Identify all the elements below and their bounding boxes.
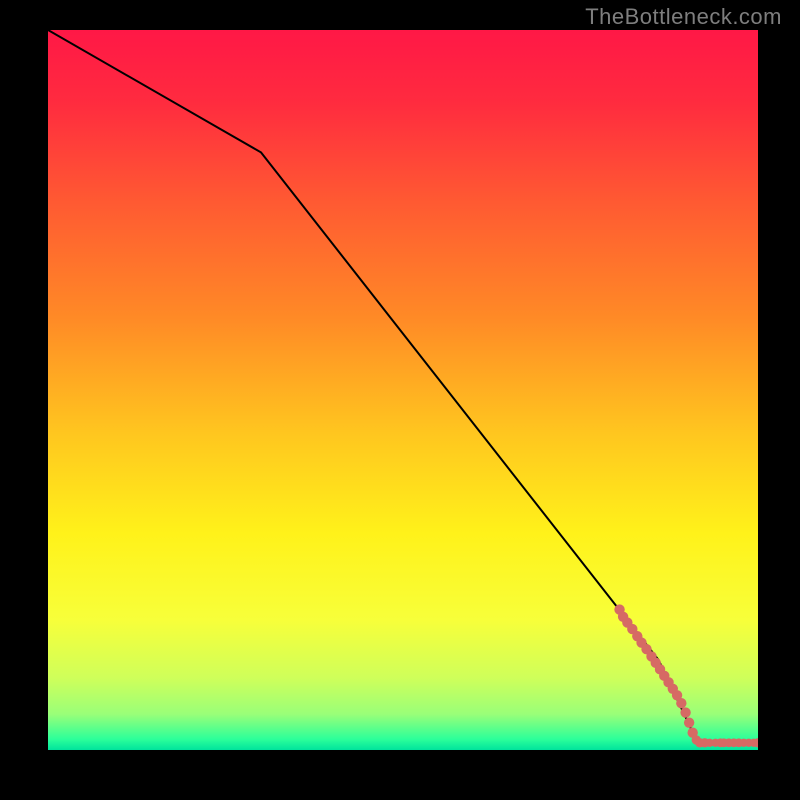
- plot-area: [48, 30, 758, 750]
- chart-marker: [684, 717, 694, 727]
- chart-svg: [48, 30, 758, 750]
- chart-marker: [676, 698, 686, 708]
- chart-frame: TheBottleneck.com: [0, 0, 800, 800]
- watermark-text: TheBottleneck.com: [585, 4, 782, 30]
- chart-marker: [680, 707, 690, 717]
- chart-background: [48, 30, 758, 750]
